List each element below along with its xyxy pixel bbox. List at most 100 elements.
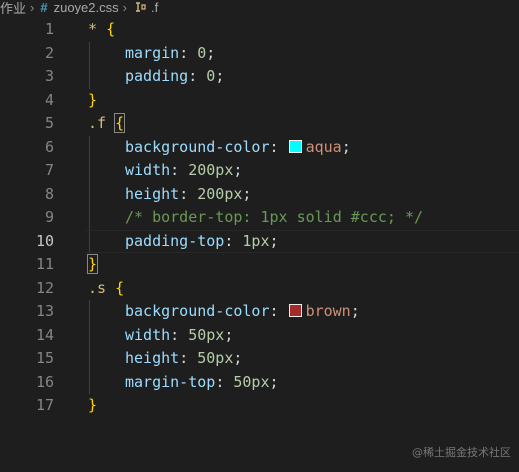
breadcrumb-file[interactable]: # zuoye2.css: [40, 0, 118, 14]
property-name: padding-top: [125, 231, 225, 250]
code-line[interactable]: 15 height: 50px;: [0, 347, 519, 371]
selector: .s: [88, 278, 116, 297]
css-selector-icon: [135, 2, 146, 12]
line-number: 13: [35, 302, 54, 320]
code-editor[interactable]: 1 * {2 margin: 0; 3 padding: 0; 4} 5 .f {6 backg…: [0, 18, 519, 418]
line-number: 14: [35, 325, 54, 344]
line-number: 15: [35, 349, 54, 367]
punctuation: ;: [269, 372, 279, 391]
hash-icon: #: [40, 0, 48, 14]
line-number: 5: [44, 114, 54, 132]
property-name: height: [125, 184, 180, 203]
line-number: 7: [44, 161, 54, 179]
code-text: margin-top: 50px;: [125, 371, 279, 395]
code-line[interactable]: 11}: [0, 253, 519, 277]
punctuation: ;: [206, 43, 216, 62]
code-text: /* border-top: 1px solid #ccc; */: [125, 206, 423, 230]
number-value: 200px: [197, 184, 243, 203]
chevron-right-icon: ›: [122, 0, 127, 14]
code-text: }: [88, 394, 97, 418]
breadcrumb-folder[interactable]: 作业: [0, 0, 27, 15]
code-text: margin: 0;: [125, 42, 215, 66]
number-value: 200px: [188, 161, 234, 179]
punctuation: ;: [341, 137, 351, 156]
line-number: 11: [35, 255, 54, 273]
line-number: 16: [35, 372, 54, 391]
number-value: 50px: [188, 325, 225, 344]
property-name: width: [125, 325, 171, 344]
code-line[interactable]: 6 background-color: aqua;: [0, 136, 519, 160]
line-number: 1: [44, 20, 54, 38]
punctuation: :: [179, 43, 198, 62]
number-value: 50px: [233, 372, 270, 391]
punctuation: :: [224, 231, 243, 250]
code-line[interactable]: 10 padding-top: 1px;: [0, 229, 519, 254]
color-swatch[interactable]: [288, 139, 302, 153]
brace: }: [88, 396, 98, 414]
code-text: height: 200px;: [125, 183, 251, 207]
code-line[interactable]: 7 width: 200px;: [0, 159, 519, 183]
keyword-value: brown: [305, 302, 351, 320]
code-line[interactable]: 17}: [0, 394, 519, 418]
code-line[interactable]: 4}: [0, 89, 519, 113]
selector: *: [88, 20, 107, 38]
code-line[interactable]: 12 .s {: [0, 277, 519, 301]
number-value: 1px: [242, 231, 270, 250]
code-line[interactable]: 14 width: 50px;: [0, 324, 519, 348]
breadcrumb-folder-label: 作业: [0, 0, 27, 15]
brace: {: [106, 20, 116, 38]
code-text: height: 50px;: [125, 347, 242, 371]
code-line[interactable]: 2 margin: 0;: [0, 42, 519, 66]
code-line[interactable]: 16 margin-top: 50px;: [0, 371, 519, 395]
breadcrumb-symbol[interactable]: .f: [133, 0, 158, 14]
line-number: 3: [44, 67, 54, 85]
punctuation: :: [269, 137, 288, 156]
property-name: height: [125, 349, 180, 367]
code-line[interactable]: 5 .f {: [0, 112, 519, 136]
code-line[interactable]: 3 padding: 0;: [0, 65, 519, 89]
line-number: 2: [44, 43, 54, 62]
punctuation: ;: [233, 349, 243, 367]
code-text: }: [88, 89, 97, 113]
line-number: 6: [44, 137, 54, 156]
punctuation: :: [215, 372, 234, 391]
matched-brace: {: [114, 113, 126, 133]
comment: /* border-top: 1px solid #ccc; */: [125, 208, 424, 226]
code-text: background-color: brown;: [125, 300, 360, 324]
punctuation: :: [179, 349, 198, 367]
punctuation: ;: [224, 325, 234, 344]
code-text: background-color: aqua;: [125, 136, 351, 160]
line-number: 9: [44, 208, 54, 226]
punctuation: :: [170, 325, 189, 344]
selector: .f: [88, 114, 116, 132]
code-line[interactable]: 8 height: 200px;: [0, 183, 519, 207]
brace: }: [88, 90, 98, 109]
code-line[interactable]: 1 * {: [0, 18, 519, 42]
punctuation: ;: [350, 302, 360, 320]
breadcrumb-file-label: zuoye2.css: [53, 0, 119, 14]
code-text: width: 200px;: [125, 159, 242, 183]
property-name: padding: [125, 67, 189, 85]
property-name: background-color: [125, 137, 270, 156]
code-text: padding-top: 1px;: [125, 230, 279, 254]
property-name: width: [125, 161, 171, 179]
color-swatch[interactable]: [288, 304, 302, 317]
property-name: background-color: [125, 302, 270, 320]
code-text: .f {: [88, 112, 126, 136]
brace: {: [115, 278, 125, 297]
punctuation: :: [269, 302, 288, 320]
punctuation: :: [170, 161, 189, 179]
punctuation: :: [188, 67, 207, 85]
punctuation: ;: [269, 231, 279, 250]
number-value: 0: [206, 67, 216, 85]
matched-brace: }: [86, 254, 99, 274]
watermark: @稀土掘金技术社区: [412, 446, 511, 459]
keyword-value: aqua: [305, 137, 342, 156]
line-number: 12: [35, 278, 54, 297]
code-line[interactable]: 9 /* border-top: 1px solid #ccc; */: [0, 206, 519, 230]
property-name: margin: [125, 43, 180, 62]
code-text: }: [86, 253, 99, 277]
code-line[interactable]: 13 background-color: brown;: [0, 300, 519, 324]
property-name: margin-top: [125, 372, 216, 391]
line-number: 4: [44, 90, 54, 109]
